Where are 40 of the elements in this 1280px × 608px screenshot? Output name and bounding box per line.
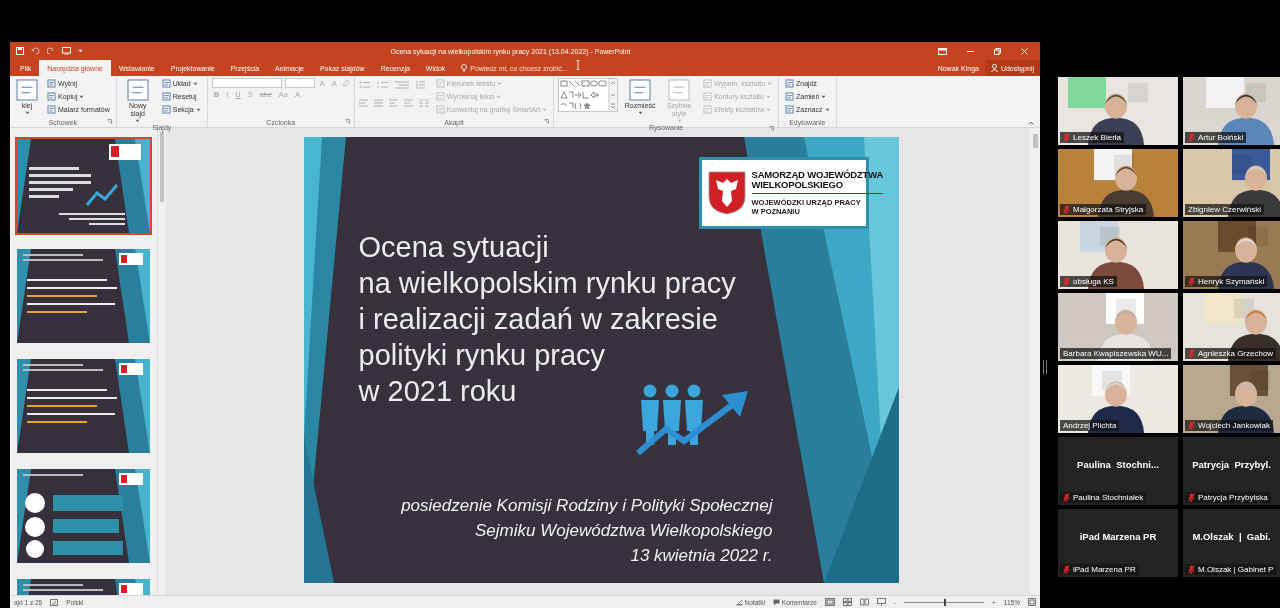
video-tile[interactable]: obsługa KS <box>1058 221 1178 289</box>
slide-subtitle-line: Sejmiku Województwa Wielkopolskiego <box>474 520 773 542</box>
participant-display-name: Patrycja Przybyl. <box>1191 459 1272 470</box>
slide-title-line: Ocena sytuacji <box>358 230 550 265</box>
video-tile[interactable]: Paulina Stochni... Paulina Stochniałek <box>1058 437 1178 505</box>
participant-name: Patrycja Przybylska <box>1198 493 1268 502</box>
video-tile[interactable]: Henryk Szymański <box>1183 221 1280 289</box>
video-tile[interactable]: Andrzej Plichta <box>1058 365 1178 433</box>
participant-name: Małgorzata Stryjska <box>1073 205 1144 214</box>
video-tile[interactable]: iPad Marzena PR iPad Marzena PR <box>1058 509 1178 577</box>
participant-name: obsługa KS <box>1073 277 1114 286</box>
participant-name: Barbara Kwapiszewska WU... <box>1063 349 1169 358</box>
participant-name: Zbigniew Czerwiński <box>1188 205 1261 214</box>
participant-name: Leszek Bierła <box>1073 133 1122 142</box>
participant-display-name: M.Olszak | Gabi. <box>1191 531 1272 542</box>
participant-name: Agnieszka Grzechow <box>1198 349 1274 358</box>
video-tile[interactable]: Artur Boiński <box>1183 77 1280 145</box>
video-tile[interactable]: Leszek Bierła <box>1058 77 1178 145</box>
participant-name: Andrzej Plichta <box>1063 421 1117 430</box>
slide-title-line: i realizacji zadań w zakresie <box>358 302 719 337</box>
video-tile[interactable]: Barbara Kwapiszewska WU... <box>1058 293 1178 361</box>
participant-name: Artur Boiński <box>1198 133 1244 142</box>
slide-subtitle-line: 13 kwietnia 2022 r. <box>629 545 773 567</box>
video-tile[interactable]: Małgorzata Stryjska <box>1058 149 1178 217</box>
video-tile[interactable]: Wojciech Jankowiak <box>1183 365 1280 433</box>
slide-title-line: na wielkopolskim rynku pracy <box>358 266 736 301</box>
participant-name: iPad Marzena PR <box>1073 565 1136 574</box>
participant-display-name: iPad Marzena PR <box>1078 531 1158 542</box>
video-tile[interactable]: M.Olszak | Gabi. M.Olszak | Gabinet P <box>1183 509 1280 577</box>
slide-title-line: polityki rynku pracy <box>358 338 607 373</box>
video-tile[interactable]: Patrycja Przybyl. Patrycja Przybylska <box>1183 437 1280 505</box>
slide-title-line: w 2021 roku <box>358 374 518 409</box>
video-tile[interactable]: Agnieszka Grzechow <box>1183 293 1280 361</box>
participant-name: Henryk Szymański <box>1198 277 1265 286</box>
participant-name: Wojciech Jankowiak <box>1198 421 1270 430</box>
participant-name: Paulina Stochniałek <box>1073 493 1144 502</box>
participant-name: M.Olszak | Gabinet P <box>1198 565 1274 574</box>
participant-display-name: Paulina Stochni... <box>1076 459 1160 470</box>
video-tile[interactable]: Zbigniew Czerwiński <box>1183 149 1280 217</box>
slide-subtitle-line: posiedzenie Komisji Rodziny i Polityki Społecznej <box>401 495 773 517</box>
